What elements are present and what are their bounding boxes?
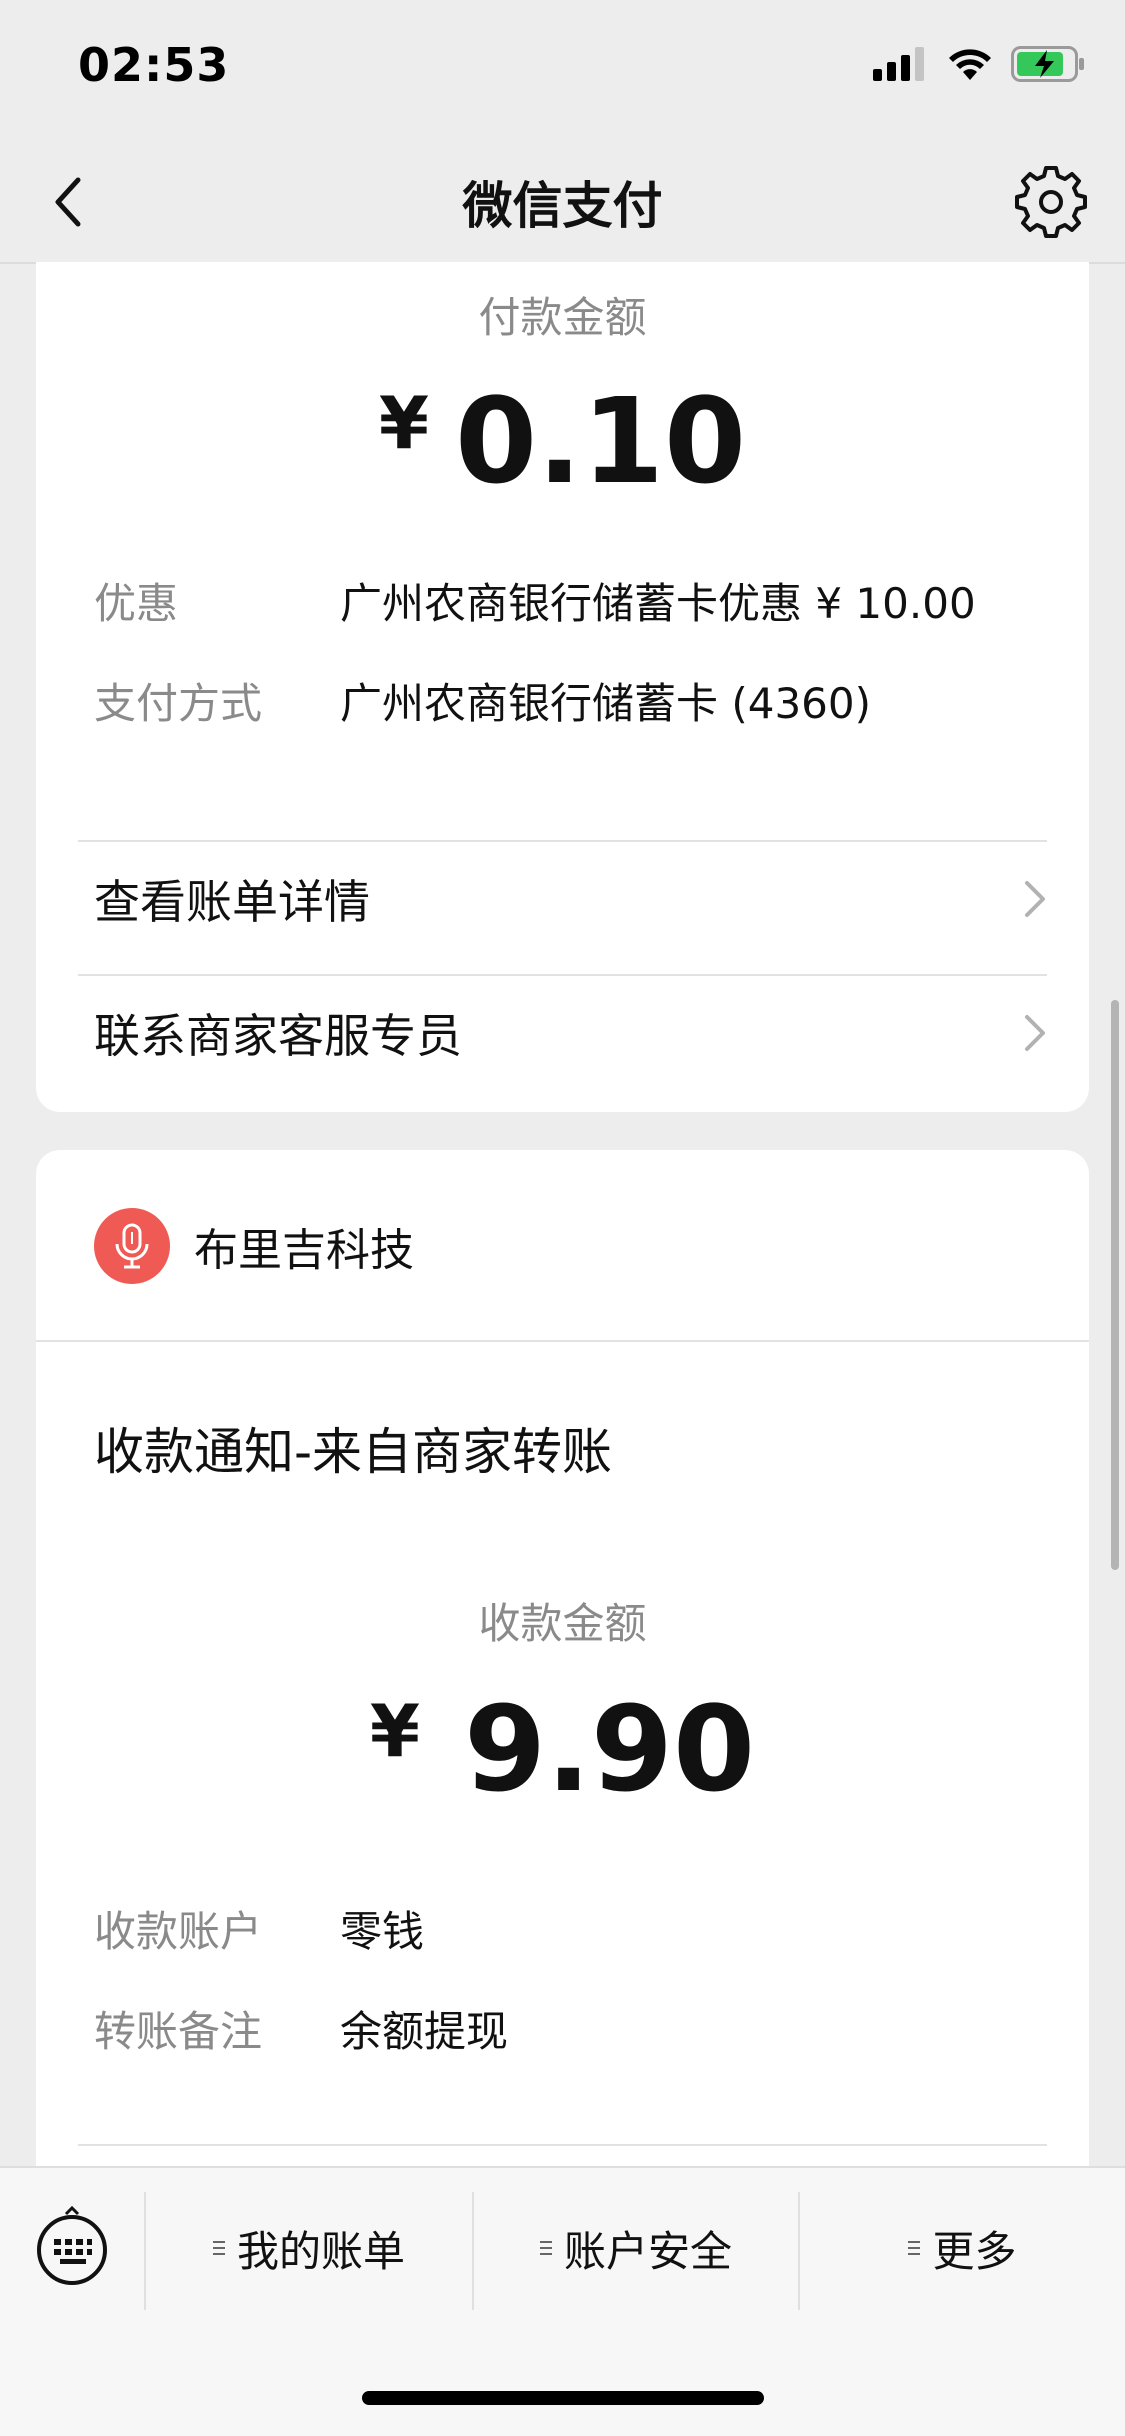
currency-symbol: ¥	[378, 381, 429, 465]
status-icons	[873, 46, 1085, 82]
page-title: 微信支付	[462, 177, 663, 235]
merchant-row[interactable]: 布里吉科技	[94, 1208, 414, 1284]
payment-card: 付款金额 ¥0.10 优惠 广州农商银行储蓄卡优惠 ¥ 10.00 支付方式 广…	[36, 262, 1089, 1112]
payment-method-key: 支付方式	[94, 678, 263, 728]
status-bar: 02:53	[0, 0, 1125, 140]
received-amount-value: 9.90	[463, 1680, 756, 1818]
contact-merchant-support-link[interactable]: 联系商家客服专员	[94, 978, 1049, 1088]
microphone-icon	[115, 1223, 149, 1269]
currency-symbol: ¥	[369, 1689, 420, 1773]
discount-value: 广州农商银行储蓄卡优惠 ¥ 10.00	[340, 578, 976, 628]
status-time: 02:53	[78, 38, 230, 92]
more-label: 更多	[932, 2226, 1017, 2276]
notice-title: 收款通知-来自商家转账	[94, 1423, 613, 1481]
payment-amount-label: 付款金额	[478, 293, 647, 342]
divider	[36, 1340, 1089, 1342]
transfer-note-key: 转账备注	[94, 2006, 263, 2056]
receiving-account-row: 收款账户 零钱	[94, 1896, 1059, 1960]
wifi-icon	[949, 49, 991, 80]
divider	[78, 840, 1047, 842]
chevron-right-icon	[1025, 1015, 1045, 1051]
menu-icon	[212, 2241, 225, 2255]
nav-bar: 微信支付	[0, 140, 1125, 264]
received-amount-label: 收款金额	[478, 1599, 647, 1648]
received-amount: ¥9.90	[36, 1680, 1089, 1818]
menu-icon	[539, 2241, 552, 2255]
receiving-account-value: 零钱	[340, 1906, 425, 1956]
transfer-note-row: 转账备注 余额提现	[94, 1996, 1059, 2060]
view-bill-details-label: 查看账单详情	[94, 875, 370, 929]
chevron-right-icon	[1025, 881, 1045, 917]
menu-icon	[908, 2241, 921, 2255]
receipt-notice-card: 布里吉科技 收款通知-来自商家转账 收款金额 ¥9.90 收款账户 零钱 转账备…	[36, 1150, 1089, 2270]
cellular-signal-icon	[873, 47, 924, 81]
my-bills-label: 我的账单	[236, 2226, 405, 2276]
home-indicator[interactable]	[362, 2391, 764, 2405]
payment-amount-value: 0.10	[454, 372, 747, 510]
discount-row: 优惠 广州农商银行储蓄卡优惠 ¥ 10.00	[94, 568, 1059, 632]
more-menu[interactable]: 更多	[800, 2208, 1125, 2288]
divider	[78, 974, 1047, 976]
account-security-label: 账户安全	[563, 2226, 732, 2276]
divider	[78, 2144, 1047, 2146]
gear-icon[interactable]	[1015, 166, 1087, 238]
battery-charging-icon	[1011, 46, 1084, 82]
merchant-avatar	[94, 1208, 170, 1284]
receiving-account-key: 收款账户	[94, 1906, 263, 1956]
merchant-name: 布里吉科技	[194, 1225, 414, 1276]
my-bills-menu[interactable]: 我的账单	[146, 2208, 472, 2288]
discount-key: 优惠	[94, 578, 179, 628]
payment-method-row: 支付方式 广州农商银行储蓄卡 (4360)	[94, 668, 1059, 732]
view-bill-details-link[interactable]: 查看账单详情	[94, 844, 1049, 954]
payment-method-value: 广州农商银行储蓄卡 (4360)	[340, 678, 872, 728]
payment-amount: ¥0.10	[36, 372, 1089, 510]
scrollbar[interactable]	[1111, 1000, 1119, 1570]
transfer-note-value: 余额提现	[340, 2006, 509, 2056]
keyboard-icon[interactable]	[34, 2206, 110, 2286]
contact-merchant-support-label: 联系商家客服专员	[94, 1009, 462, 1063]
account-security-menu[interactable]: 账户安全	[474, 2208, 798, 2288]
